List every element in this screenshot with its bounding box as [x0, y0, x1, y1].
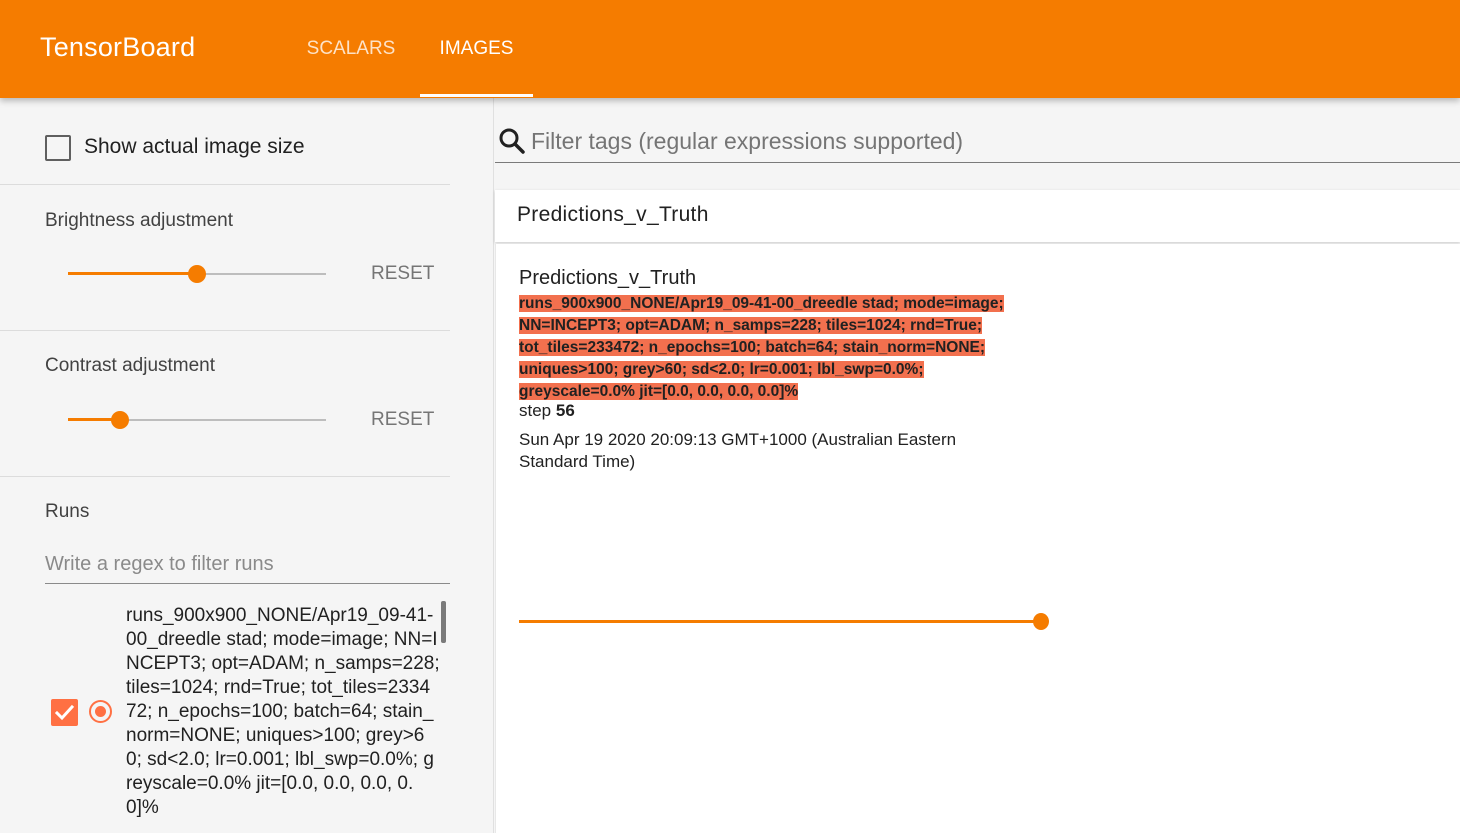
run-tag-line: tot_tiles=233472; n_epochs=100; batch=64…: [519, 339, 986, 356]
show-actual-size-checkbox[interactable]: [45, 135, 71, 161]
section-divider: [0, 476, 450, 477]
runs-title: Runs: [45, 501, 90, 522]
run-tag-line: runs_900x900_NONE/Apr19_09-41-00_dreedle…: [519, 295, 1004, 312]
runs-filter-input[interactable]: [45, 546, 450, 584]
brightness-reset-button[interactable]: RESET: [371, 263, 434, 285]
run-tag-label: runs_900x900_NONE/Apr19_09-41-00_dreedle…: [519, 293, 1029, 403]
step-slider-knob[interactable]: [1033, 613, 1049, 630]
step-value: 56: [555, 401, 575, 420]
brightness-slider[interactable]: [68, 264, 326, 284]
tag-filter-bar: [495, 118, 1460, 163]
run-tag-line: greyscale=0.0% jit=[0.0, 0.0, 0.0, 0.0]%: [519, 383, 799, 400]
section-divider: [0, 184, 450, 185]
main-panel: Predictions_v_Truth Predictions_v_Truth …: [495, 98, 1460, 833]
show-actual-size-label[interactable]: Show actual image size: [84, 135, 305, 159]
contrast-slider[interactable]: [68, 410, 326, 430]
step-slider-track: [519, 620, 1039, 623]
run-name-label: runs_900x900_NONE/Apr19_09-41-00_dreedle…: [126, 605, 440, 818]
tag-group-title: Predictions_v_Truth: [517, 203, 709, 226]
slider-knob[interactable]: [110, 411, 129, 429]
sidebar: Show actual image size Brightness adjust…: [0, 98, 494, 833]
contrast-reset-button[interactable]: RESET: [371, 409, 434, 431]
brightness-title: Brightness adjustment: [45, 210, 233, 231]
step-timestamp: Sun Apr 19 2020 20:09:13 GMT+1000 (Austr…: [519, 430, 957, 471]
app-title: TensorBoard: [40, 32, 196, 62]
run-checkbox[interactable]: [51, 699, 78, 726]
slider-knob[interactable]: [188, 265, 206, 283]
run-radio-button[interactable]: [89, 700, 112, 723]
active-tab-indicator: [420, 94, 533, 97]
runs-scrollbar[interactable]: [441, 601, 446, 643]
slider-fill: [68, 272, 197, 275]
tab-images[interactable]: IMAGES: [420, 0, 533, 98]
tag-filter-input[interactable]: [531, 124, 1431, 158]
run-tag-line: uniques>100; grey>60; sd<2.0; lr=0.001; …: [519, 361, 924, 378]
section-divider: [0, 330, 450, 331]
step-indicator: step 56: [519, 401, 575, 421]
tab-scalars[interactable]: SCALARS: [290, 0, 412, 98]
top-app-bar: TensorBoard SCALARS IMAGES: [0, 0, 1460, 98]
checkmark-icon: [54, 704, 75, 721]
contrast-title: Contrast adjustment: [45, 355, 216, 376]
search-icon: [499, 128, 525, 154]
image-card: Predictions_v_Truth runs_900x900_NONE/Ap…: [495, 244, 1460, 833]
image-tag-title: Predictions_v_Truth: [519, 267, 697, 289]
step-label: step: [519, 401, 552, 420]
tag-group-header[interactable]: Predictions_v_Truth: [495, 190, 1460, 242]
run-tag-line: NN=INCEPT3; opt=ADAM; n_samps=228; tiles…: [519, 317, 982, 334]
